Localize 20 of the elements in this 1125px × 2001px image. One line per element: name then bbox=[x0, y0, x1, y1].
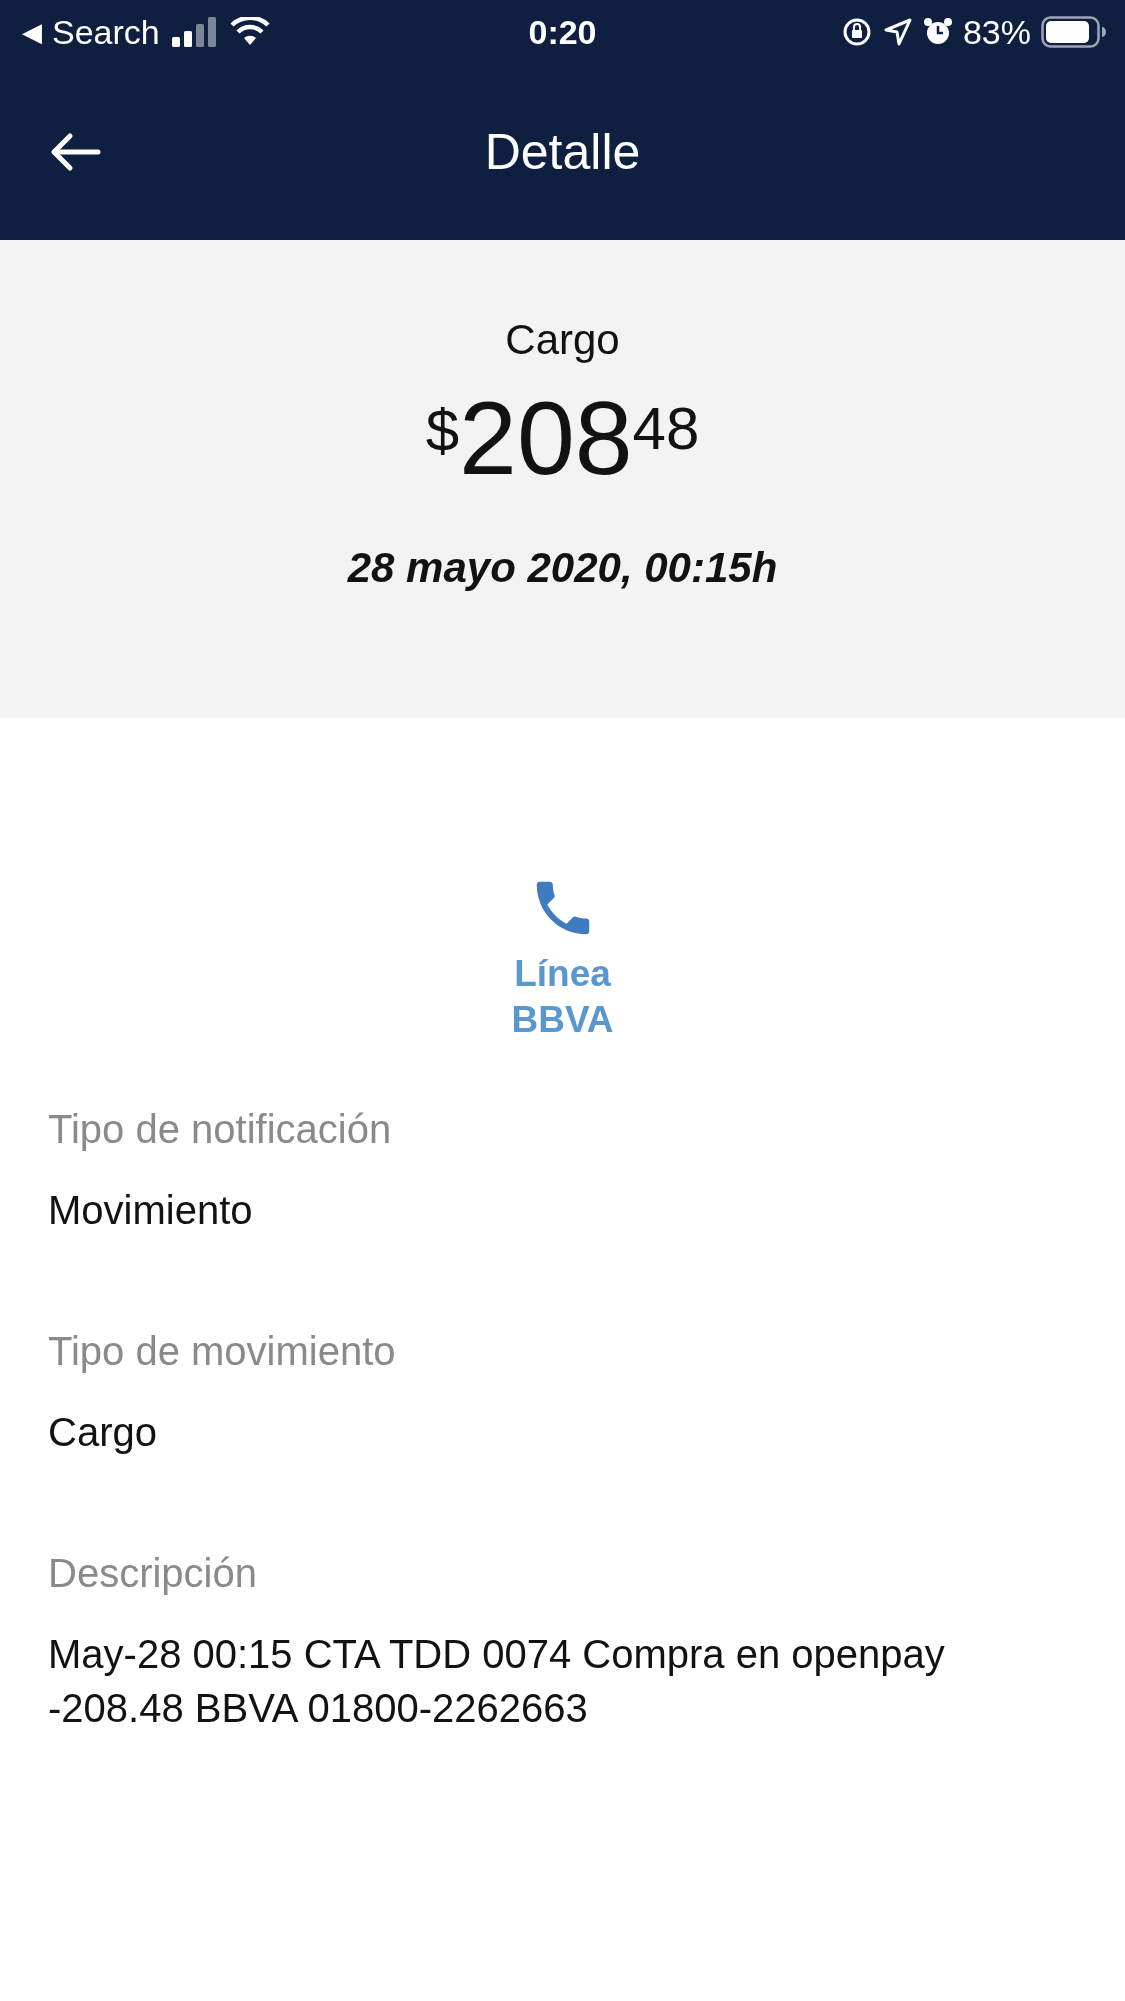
battery-icon bbox=[1041, 16, 1107, 48]
wifi-icon bbox=[229, 17, 270, 47]
back-glyph[interactable]: ◀ bbox=[22, 16, 42, 48]
amount-cents: 48 bbox=[632, 394, 700, 463]
field-label: Tipo de notificación bbox=[48, 1106, 393, 1153]
amount-value: 208 bbox=[459, 386, 633, 490]
field-label: Descripción bbox=[48, 1550, 258, 1597]
field-value: Cargo bbox=[48, 1409, 158, 1456]
transaction-date: 28 mayo 2020, 00:15h bbox=[347, 544, 778, 592]
field-label: Tipo de movimiento bbox=[48, 1328, 397, 1375]
field-value: Movimiento bbox=[48, 1187, 254, 1234]
battery-percentage: 83% bbox=[962, 12, 1031, 52]
transaction-type: Cargo bbox=[505, 316, 620, 364]
alarm-icon bbox=[922, 17, 953, 47]
back-to-app-link[interactable]: Search bbox=[52, 12, 160, 52]
status-time: 0:20 bbox=[528, 12, 597, 52]
currency-symbol: $ bbox=[425, 396, 460, 465]
field-value: May-28 00:15 CTA TDD 0074 Compra en openpay -208.48 BBVA 01800-2262663 bbox=[48, 1631, 946, 1732]
screen-title: Detalle bbox=[484, 123, 641, 181]
location-icon bbox=[882, 17, 913, 47]
